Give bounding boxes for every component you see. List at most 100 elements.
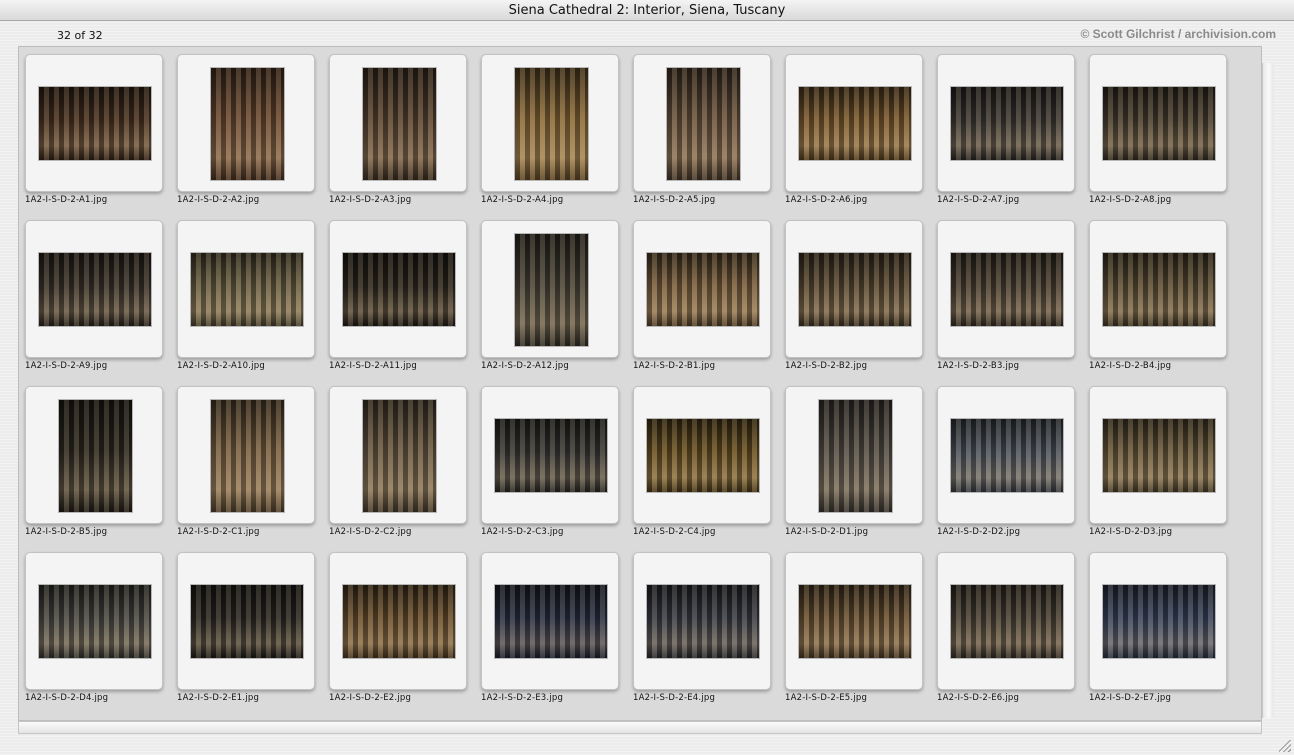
thumbnail-image[interactable] — [799, 87, 911, 160]
thumbnail-item[interactable]: 1A2-I-S-D-2-C1.jpg — [170, 386, 322, 546]
thumbnail-image[interactable] — [1103, 585, 1215, 658]
slide-mount[interactable] — [329, 386, 467, 524]
thumbnail-image[interactable] — [39, 87, 151, 160]
thumbnail-item[interactable]: 1A2-I-S-D-2-A3.jpg — [322, 54, 474, 214]
thumbnail-item[interactable]: 1A2-I-S-D-2-A11.jpg — [322, 220, 474, 380]
thumbnail-image[interactable] — [39, 585, 151, 658]
slide-mount[interactable] — [1089, 54, 1227, 192]
thumbnail-image[interactable] — [1103, 253, 1215, 326]
thumbnail-item[interactable]: 1A2-I-S-D-2-D1.jpg — [778, 386, 930, 546]
slide-mount[interactable] — [481, 220, 619, 358]
thumbnail-image[interactable] — [647, 585, 759, 658]
thumbnail-image[interactable] — [59, 400, 132, 512]
slide-mount[interactable] — [633, 220, 771, 358]
thumbnail-item[interactable]: 1A2-I-S-D-2-E3.jpg — [474, 552, 626, 712]
thumbnail-image[interactable] — [819, 400, 892, 512]
slide-mount[interactable] — [329, 552, 467, 690]
thumbnail-item[interactable]: 1A2-I-S-D-2-A12.jpg — [474, 220, 626, 380]
thumbnail-image[interactable] — [647, 253, 759, 326]
thumbnail-item[interactable]: 1A2-I-S-D-2-B2.jpg — [778, 220, 930, 380]
slide-mount[interactable] — [481, 386, 619, 524]
thumbnail-item[interactable]: 1A2-I-S-D-2-E5.jpg — [778, 552, 930, 712]
slide-mount[interactable] — [1089, 220, 1227, 358]
thumbnail-item[interactable]: 1A2-I-S-D-2-A6.jpg — [778, 54, 930, 214]
slide-mount[interactable] — [937, 54, 1075, 192]
slide-mount[interactable] — [25, 54, 163, 192]
thumbnail-filename: 1A2-I-S-D-2-A9.jpg — [25, 361, 108, 371]
slide-mount[interactable] — [633, 386, 771, 524]
slide-mount[interactable] — [785, 552, 923, 690]
thumbnail-image[interactable] — [951, 253, 1063, 326]
horizontal-scrollbar[interactable] — [18, 721, 1262, 734]
thumbnail-image[interactable] — [191, 585, 303, 658]
slide-mount[interactable] — [25, 386, 163, 524]
thumbnail-image[interactable] — [495, 419, 607, 492]
thumbnail-item[interactable]: 1A2-I-S-D-2-A4.jpg — [474, 54, 626, 214]
slide-mount[interactable] — [937, 220, 1075, 358]
thumbnail-image[interactable] — [951, 419, 1063, 492]
slide-mount[interactable] — [785, 54, 923, 192]
thumbnail-image[interactable] — [211, 400, 284, 512]
thumbnail-image[interactable] — [515, 234, 588, 346]
thumbnail-item[interactable]: 1A2-I-S-D-2-B1.jpg — [626, 220, 778, 380]
slide-mount[interactable] — [177, 54, 315, 192]
thumbnail-item[interactable]: 1A2-I-S-D-2-B5.jpg — [18, 386, 170, 546]
thumbnail-image[interactable] — [799, 585, 911, 658]
thumbnail-item[interactable]: 1A2-I-S-D-2-D4.jpg — [18, 552, 170, 712]
thumbnail-image[interactable] — [343, 585, 455, 658]
thumbnail-image[interactable] — [363, 400, 436, 512]
thumbnail-item[interactable]: 1A2-I-S-D-2-E4.jpg — [626, 552, 778, 712]
thumbnail-image[interactable] — [1103, 87, 1215, 160]
thumbnail-item[interactable]: 1A2-I-S-D-2-A9.jpg — [18, 220, 170, 380]
slide-mount[interactable] — [329, 54, 467, 192]
thumbnail-item[interactable]: 1A2-I-S-D-2-A5.jpg — [626, 54, 778, 214]
slide-mount[interactable] — [937, 552, 1075, 690]
resize-grip-icon[interactable] — [1279, 740, 1291, 752]
slide-mount[interactable] — [481, 552, 619, 690]
slide-mount[interactable] — [25, 552, 163, 690]
thumbnail-item[interactable]: 1A2-I-S-D-2-E1.jpg — [170, 552, 322, 712]
slide-mount[interactable] — [1089, 552, 1227, 690]
thumbnail-image[interactable] — [211, 68, 284, 180]
thumbnail-item[interactable]: 1A2-I-S-D-2-A2.jpg — [170, 54, 322, 214]
thumbnail-image[interactable] — [1103, 419, 1215, 492]
thumbnail-image[interactable] — [951, 87, 1063, 160]
thumbnail-image[interactable] — [647, 419, 759, 492]
slide-mount[interactable] — [937, 386, 1075, 524]
slide-mount[interactable] — [633, 552, 771, 690]
thumbnail-image[interactable] — [39, 253, 151, 326]
thumbnail-item[interactable]: 1A2-I-S-D-2-C4.jpg — [626, 386, 778, 546]
slide-mount[interactable] — [633, 54, 771, 192]
slide-mount[interactable] — [177, 220, 315, 358]
slide-mount[interactable] — [785, 220, 923, 358]
thumbnail-item[interactable]: 1A2-I-S-D-2-A7.jpg — [930, 54, 1082, 214]
thumbnail-image[interactable] — [343, 253, 455, 326]
thumbnail-image[interactable] — [951, 585, 1063, 658]
thumbnail-item[interactable]: 1A2-I-S-D-2-B3.jpg — [930, 220, 1082, 380]
thumbnail-item[interactable]: 1A2-I-S-D-2-D2.jpg — [930, 386, 1082, 546]
slide-mount[interactable] — [481, 54, 619, 192]
thumbnail-image[interactable] — [495, 585, 607, 658]
vertical-scrollbar[interactable] — [1262, 63, 1274, 718]
slide-mount[interactable] — [329, 220, 467, 358]
thumbnail-item[interactable]: 1A2-I-S-D-2-C2.jpg — [322, 386, 474, 546]
thumbnail-item[interactable]: 1A2-I-S-D-2-C3.jpg — [474, 386, 626, 546]
thumbnail-item[interactable]: 1A2-I-S-D-2-D3.jpg — [1082, 386, 1234, 546]
thumbnail-image[interactable] — [191, 253, 303, 326]
slide-mount[interactable] — [25, 220, 163, 358]
slide-mount[interactable] — [177, 386, 315, 524]
thumbnail-image[interactable] — [667, 68, 740, 180]
thumbnail-item[interactable]: 1A2-I-S-D-2-A8.jpg — [1082, 54, 1234, 214]
thumbnail-item[interactable]: 1A2-I-S-D-2-E7.jpg — [1082, 552, 1234, 712]
thumbnail-item[interactable]: 1A2-I-S-D-2-E2.jpg — [322, 552, 474, 712]
thumbnail-image[interactable] — [799, 253, 911, 326]
thumbnail-item[interactable]: 1A2-I-S-D-2-E6.jpg — [930, 552, 1082, 712]
thumbnail-item[interactable]: 1A2-I-S-D-2-A1.jpg — [18, 54, 170, 214]
slide-mount[interactable] — [1089, 386, 1227, 524]
thumbnail-item[interactable]: 1A2-I-S-D-2-A10.jpg — [170, 220, 322, 380]
thumbnail-image[interactable] — [363, 68, 436, 180]
slide-mount[interactable] — [785, 386, 923, 524]
thumbnail-item[interactable]: 1A2-I-S-D-2-B4.jpg — [1082, 220, 1234, 380]
thumbnail-image[interactable] — [515, 68, 588, 180]
slide-mount[interactable] — [177, 552, 315, 690]
